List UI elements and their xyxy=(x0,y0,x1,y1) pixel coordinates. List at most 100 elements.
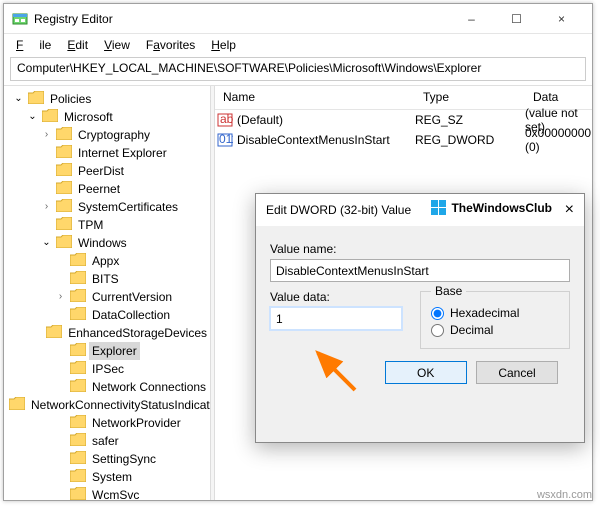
tree-label[interactable]: Policies xyxy=(47,90,94,108)
tree-label[interactable]: Explorer xyxy=(89,342,140,360)
tree-node[interactable]: IPSec xyxy=(6,360,210,378)
tree-node[interactable]: › CurrentVersion xyxy=(6,288,210,306)
tree-label[interactable]: IPSec xyxy=(89,360,127,378)
tree-label[interactable]: PeerDist xyxy=(75,162,127,180)
chevron-icon[interactable]: › xyxy=(40,201,53,214)
tree-node[interactable]: Network Connections xyxy=(6,378,210,396)
tree-node[interactable]: Explorer xyxy=(6,342,210,360)
dialog-close-button[interactable]: × xyxy=(565,201,574,219)
tree-label[interactable]: Network Connections xyxy=(89,378,209,396)
chevron-icon[interactable] xyxy=(54,381,67,394)
chevron-icon[interactable] xyxy=(54,255,67,268)
tree-label[interactable]: SystemCertificates xyxy=(75,198,181,216)
chevron-icon[interactable] xyxy=(54,435,67,448)
radio-hex[interactable]: Hexadecimal xyxy=(431,306,559,320)
menu-edit[interactable]: Edit xyxy=(59,36,96,54)
folder-icon xyxy=(70,361,86,377)
chevron-icon[interactable]: ⌄ xyxy=(26,111,39,124)
value-data: 0x00000000 (0) xyxy=(525,126,592,154)
menu-view[interactable]: View xyxy=(96,36,138,54)
folder-icon xyxy=(70,307,86,323)
folder-icon xyxy=(56,181,72,197)
address-bar[interactable]: Computer\HKEY_LOCAL_MACHINE\SOFTWARE\Pol… xyxy=(10,57,586,81)
chevron-icon[interactable]: ⌄ xyxy=(12,93,25,106)
tree-label[interactable]: CurrentVersion xyxy=(89,288,175,306)
maximize-button[interactable]: ☐ xyxy=(494,4,539,33)
chevron-icon[interactable]: › xyxy=(40,129,53,142)
valuename-label: Value name: xyxy=(270,242,570,256)
chevron-icon[interactable] xyxy=(54,453,67,466)
chevron-icon[interactable] xyxy=(40,147,53,160)
tree-node[interactable]: safer xyxy=(6,432,210,450)
folder-icon xyxy=(70,451,86,467)
tree-label[interactable]: Internet Explorer xyxy=(75,144,170,162)
tree-node[interactable]: ⌄ Policies xyxy=(6,90,210,108)
tree-node[interactable]: › Cryptography xyxy=(6,126,210,144)
valuedata-input[interactable] xyxy=(270,307,402,330)
tree-node[interactable]: Internet Explorer xyxy=(6,144,210,162)
tree-node[interactable]: Appx xyxy=(6,252,210,270)
header-type[interactable]: Type xyxy=(415,86,525,109)
base-legend: Base xyxy=(431,284,466,298)
chevron-icon[interactable] xyxy=(40,183,53,196)
tree-label[interactable]: TPM xyxy=(75,216,106,234)
chevron-icon[interactable] xyxy=(54,273,67,286)
tree-label[interactable]: NetworkConnectivityStatusIndicator xyxy=(28,396,210,414)
minimize-button[interactable]: – xyxy=(449,4,494,33)
tree-label[interactable]: Cryptography xyxy=(75,126,153,144)
cancel-button[interactable]: Cancel xyxy=(476,361,558,384)
value-icon: ab xyxy=(215,112,235,128)
tree-label[interactable]: BITS xyxy=(89,270,122,288)
tree-label[interactable]: NetworkProvider xyxy=(89,414,184,432)
tree-node[interactable]: WcmSvc xyxy=(6,486,210,500)
close-button[interactable]: × xyxy=(539,4,584,33)
tree-node[interactable]: ⌄ Microsoft xyxy=(6,108,210,126)
tree-label[interactable]: Windows xyxy=(75,234,130,252)
tree-label[interactable]: Appx xyxy=(89,252,122,270)
tree-node[interactable]: TPM xyxy=(6,216,210,234)
menu-file[interactable]: File xyxy=(8,36,59,54)
chevron-icon[interactable]: ⌄ xyxy=(40,237,53,250)
tree-node[interactable]: System xyxy=(6,468,210,486)
windows-icon xyxy=(431,200,447,216)
folder-icon xyxy=(70,271,86,287)
chevron-icon[interactable] xyxy=(54,417,67,430)
chevron-icon[interactable] xyxy=(54,363,67,376)
titlebar[interactable]: Registry Editor – ☐ × xyxy=(4,4,592,34)
header-name[interactable]: Name xyxy=(215,86,415,109)
chevron-icon[interactable] xyxy=(54,309,67,322)
tree-node[interactable]: DataCollection xyxy=(6,306,210,324)
tree-node[interactable]: EnhancedStorageDevices xyxy=(6,324,210,342)
chevron-icon[interactable] xyxy=(40,219,53,232)
chevron-icon[interactable] xyxy=(40,165,53,178)
tree-node[interactable]: BITS xyxy=(6,270,210,288)
tree-node[interactable]: NetworkProvider xyxy=(6,414,210,432)
tree-node[interactable]: NetworkConnectivityStatusIndicator xyxy=(6,396,210,414)
menu-favorites[interactable]: Favorites xyxy=(138,36,203,54)
tree-label[interactable]: WcmSvc xyxy=(89,486,142,500)
tree-label[interactable]: Microsoft xyxy=(61,108,116,126)
chevron-icon[interactable] xyxy=(54,345,67,358)
chevron-icon[interactable]: › xyxy=(54,291,67,304)
folder-icon xyxy=(56,199,72,215)
chevron-icon[interactable] xyxy=(54,471,67,484)
menu-help[interactable]: Help xyxy=(203,36,244,54)
tree-label[interactable]: safer xyxy=(89,432,122,450)
list-row[interactable]: 011DisableContextMenusInStartREG_DWORD0x… xyxy=(215,130,592,150)
tree-label[interactable]: DataCollection xyxy=(89,306,173,324)
valuename-input[interactable] xyxy=(270,259,570,282)
chevron-icon[interactable] xyxy=(54,489,67,501)
radio-dec[interactable]: Decimal xyxy=(431,323,559,337)
tree-label[interactable]: System xyxy=(89,468,135,486)
tree-node[interactable]: ⌄ Windows xyxy=(6,234,210,252)
tree-node[interactable]: › SystemCertificates xyxy=(6,198,210,216)
tree-node[interactable]: SettingSync xyxy=(6,450,210,468)
tree-node[interactable]: Peernet xyxy=(6,180,210,198)
ok-button[interactable]: OK xyxy=(385,361,467,384)
chevron-icon[interactable] xyxy=(35,327,43,340)
tree-label[interactable]: SettingSync xyxy=(89,450,159,468)
tree-node[interactable]: PeerDist xyxy=(6,162,210,180)
tree-label[interactable]: EnhancedStorageDevices xyxy=(65,324,210,342)
tree-label[interactable]: Peernet xyxy=(75,180,123,198)
tree-pane[interactable]: ⌄ Policies ⌄ Microsoft › CryptographyInternet… xyxy=(4,86,210,500)
